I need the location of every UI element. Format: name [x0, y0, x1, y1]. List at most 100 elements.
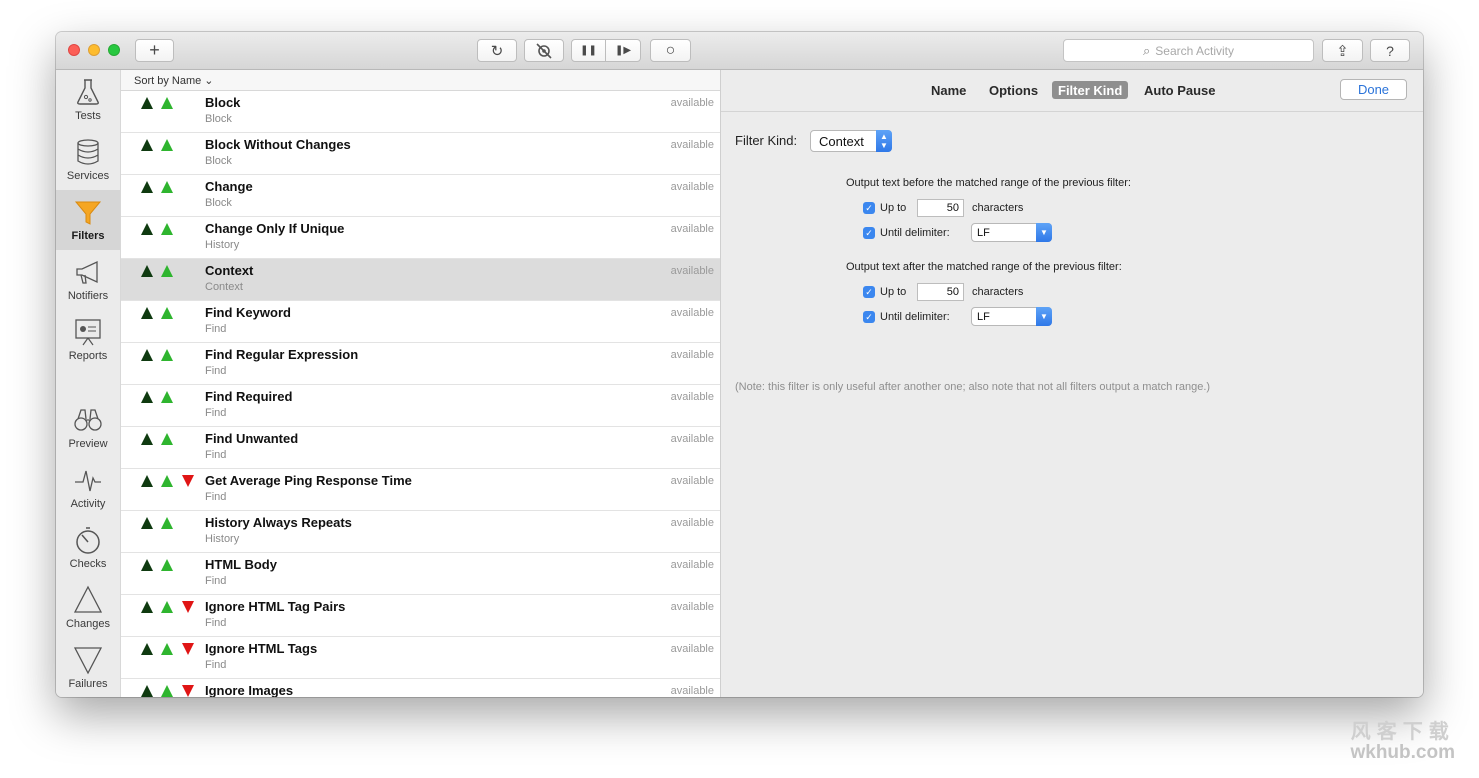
add-button[interactable]: +: [135, 39, 174, 62]
tab-auto-pause[interactable]: Auto Pause: [1138, 81, 1222, 99]
done-button[interactable]: Done: [1340, 79, 1407, 100]
filter-status: available: [670, 349, 714, 361]
sort-label: Sort by Name ⌄: [134, 74, 214, 87]
filter-type: Find: [205, 491, 227, 503]
filter-status: available: [670, 475, 714, 487]
triangle-up-green-icon: [161, 559, 173, 571]
watermark-line2: wkhub.com: [1350, 742, 1455, 763]
list-item[interactable]: Change Only If Unique History available: [121, 217, 720, 259]
close-window-button[interactable]: [68, 44, 80, 56]
triangle-up-dark-icon: [141, 97, 153, 109]
after-delimiter-popup[interactable]: LF ▼: [971, 307, 1052, 326]
list-item[interactable]: Block Block available: [121, 91, 720, 133]
list-item[interactable]: Find Keyword Find available: [121, 301, 720, 343]
filter-type: History: [205, 533, 240, 545]
list-item[interactable]: Find Required Find available: [121, 385, 720, 427]
triangle-up-green-icon: [161, 223, 173, 235]
after-up-to-checkbox[interactable]: ✓: [863, 286, 875, 298]
filter-type: History: [205, 239, 240, 251]
before-delimiter-value: LF: [977, 226, 990, 239]
search-icon: ⌕: [1143, 42, 1151, 58]
sidebar-item-notifiers[interactable]: Notifiers: [56, 250, 120, 310]
sidebar-item-filters[interactable]: Filters: [56, 190, 120, 250]
list-item[interactable]: Ignore HTML Tags Find available: [121, 637, 720, 679]
checkmark-icon: ✓: [865, 227, 873, 238]
filter-status: available: [670, 223, 714, 235]
triangle-up-green-icon: [161, 517, 173, 529]
after-up-to-input[interactable]: 50: [917, 283, 964, 301]
help-button[interactable]: ?: [1370, 39, 1410, 62]
list-item[interactable]: Ignore HTML Tag Pairs Find available: [121, 595, 720, 637]
sidebar-item-activity[interactable]: Activity: [56, 458, 120, 518]
triangle-up-green-icon: [161, 433, 173, 445]
tab-filter-kind[interactable]: Filter Kind: [1052, 81, 1129, 99]
filter-status: available: [670, 139, 714, 151]
sidebar-item-preview[interactable]: Preview: [56, 398, 120, 458]
list-item[interactable]: Change Block available: [121, 175, 720, 217]
triangle-up-dark-icon: [141, 139, 153, 151]
sort-by-name-menu[interactable]: Sort by Name ⌄: [121, 70, 720, 91]
step-button[interactable]: ❚▶: [605, 39, 641, 62]
sidebar-item-failures[interactable]: Failures: [56, 638, 120, 697]
list-item[interactable]: Context Context available: [121, 259, 720, 301]
before-until-delimiter-checkbox[interactable]: ✓: [863, 227, 875, 239]
share-button[interactable]: ⇪: [1322, 39, 1363, 62]
triangle-up-dark-icon: [141, 181, 153, 193]
filter-status: available: [670, 559, 714, 571]
megaphone-icon: [76, 260, 98, 284]
tab-options[interactable]: Options: [983, 81, 1044, 99]
before-delimiter-popup[interactable]: LF ▼: [971, 223, 1052, 242]
triangle-up-dark-icon: [141, 433, 153, 445]
zoom-window-button[interactable]: [108, 44, 120, 56]
before-up-to-checkbox[interactable]: ✓: [863, 202, 875, 214]
filter-kind-label: Filter Kind:: [735, 133, 798, 148]
filter-kind-popup[interactable]: Context ▲ ▼: [810, 130, 892, 152]
disable-button[interactable]: [524, 39, 564, 62]
sidebar-label: Checks: [69, 558, 107, 570]
refresh-button[interactable]: ↻: [477, 39, 517, 62]
record-button[interactable]: ○: [650, 39, 691, 62]
filter-name: Block: [205, 95, 241, 110]
filter-type: Block: [205, 155, 232, 167]
filter-kind-value: Context: [819, 133, 864, 149]
triangle-up-green-icon: [161, 391, 173, 403]
sidebar-label: Changes: [65, 618, 111, 630]
pause-button[interactable]: ❚❚: [571, 39, 606, 62]
sidebar-item-checks[interactable]: Checks: [56, 518, 120, 578]
sidebar-item-tests[interactable]: Tests: [56, 70, 120, 130]
tab-name[interactable]: Name: [925, 81, 972, 99]
checkmark-icon: ✓: [865, 311, 873, 322]
sidebar-item-services[interactable]: Services: [56, 130, 120, 190]
filter-type: Block: [205, 197, 232, 209]
triangle-down-red-icon: [182, 475, 194, 487]
filter-status: available: [670, 517, 714, 529]
minimize-window-button[interactable]: [88, 44, 100, 56]
filter-status: available: [670, 97, 714, 109]
filter-name: Context: [205, 263, 254, 278]
triangle-up-dark-icon: [141, 391, 153, 403]
list-item[interactable]: Find Unwanted Find available: [121, 427, 720, 469]
filter-name: Change Only If Unique: [205, 221, 345, 236]
search-field[interactable]: ⌕ Search Activity: [1063, 39, 1314, 62]
before-up-to-input[interactable]: 50: [917, 199, 964, 217]
record-icon: ○: [665, 41, 676, 59]
sidebar-item-changes[interactable]: Changes: [56, 578, 120, 638]
list-item[interactable]: Find Regular Expression Find available: [121, 343, 720, 385]
filter-type: Find: [205, 575, 227, 587]
filter-type: Block: [205, 113, 232, 125]
list-item[interactable]: Block Without Changes Block available: [121, 133, 720, 175]
list-item[interactable]: Get Average Ping Response Time Find availa…: [121, 469, 720, 511]
list-item[interactable]: Ignore ImagesFindavailable: [121, 679, 720, 697]
sidebar: Tests Services Filters Notifiers Reports…: [56, 70, 121, 697]
list-item[interactable]: History Always Repeats History available: [121, 511, 720, 553]
list-item[interactable]: HTML Body Find available: [121, 553, 720, 595]
filter-status: available: [670, 643, 714, 655]
filter-name: History Always Repeats: [205, 515, 352, 530]
filter-type: Find: [205, 659, 227, 671]
triangle-down-red-icon: [182, 643, 194, 655]
sidebar-label: Notifiers: [67, 290, 109, 302]
sidebar-item-reports[interactable]: Reports: [56, 310, 120, 370]
after-until-delimiter-checkbox[interactable]: ✓: [863, 311, 875, 323]
step-forward-icon: ❚▶: [614, 45, 632, 56]
triangle-up-dark-icon: [141, 223, 153, 235]
